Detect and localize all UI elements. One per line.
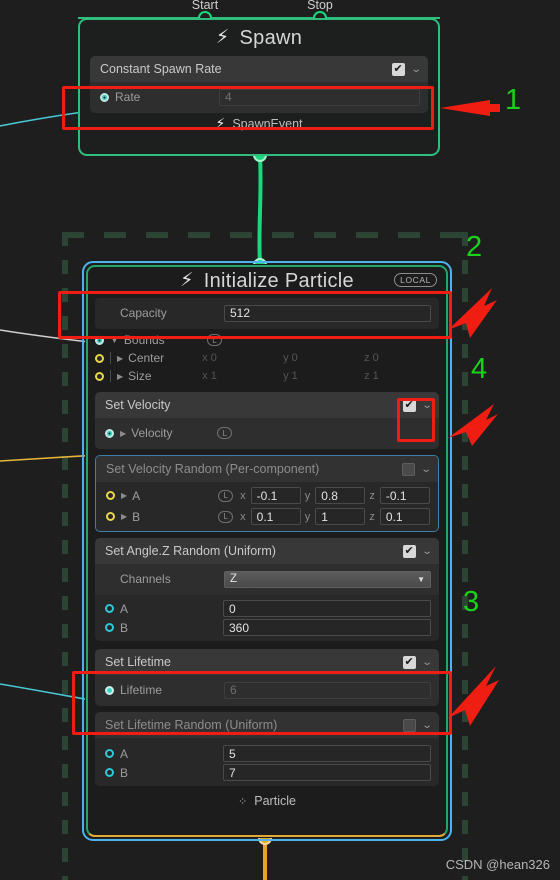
block-enable-checkbox[interactable]: ✔: [391, 62, 405, 76]
start-port-label: Start: [191, 0, 219, 12]
stop-port-label: Stop: [307, 0, 333, 12]
annotation-number-1: 1: [505, 84, 522, 116]
annotation-number-4: 4: [471, 353, 488, 385]
block-header[interactable]: Constant Spawn Rate ✔ ⌄: [90, 56, 428, 82]
highlight-box-rate: [62, 86, 434, 130]
highlight-box-capacity: [58, 291, 452, 339]
highlight-box-set-lifetime: [72, 671, 452, 735]
annotation-number-3: 3: [463, 586, 480, 618]
block-title-label: Constant Spawn Rate: [100, 62, 222, 76]
system-frame-top: [62, 232, 466, 238]
watermark: CSDN @hean326: [445, 857, 550, 872]
lightning-bolt-icon: ⚡: [215, 26, 230, 48]
highlight-box-set-velocity-toggle: [397, 398, 435, 442]
annotation-number-2: 2: [466, 231, 483, 263]
vfx-graph-canvas[interactable]: ⚡ Spawn Constant Spawn Rate ✔ ⌄ Rate 4 ⚡…: [0, 0, 560, 880]
initialize-output-border: [86, 265, 448, 837]
spawn-title-label: Spawn: [239, 26, 303, 49]
spawn-context-title: ⚡ Spawn: [80, 20, 438, 56]
chevron-down-icon[interactable]: ⌄: [410, 64, 421, 75]
system-frame-right: [462, 232, 468, 880]
